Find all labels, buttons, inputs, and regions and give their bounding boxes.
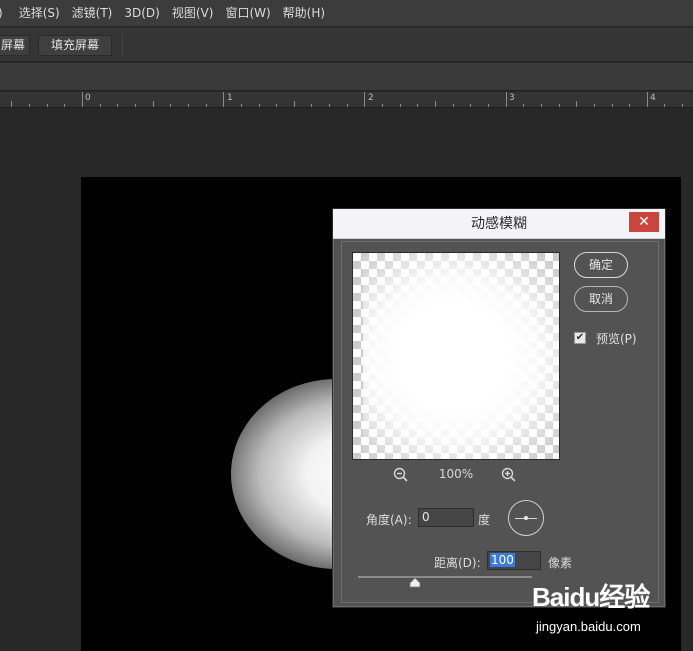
dialog-titlebar[interactable]: 动感模糊 ✕ [333, 209, 665, 239]
dialog-title: 动感模糊 [471, 216, 527, 232]
menu-bar: ) 选择(S) 滤镜(T) 3D(D) 视图(V) 窗口(W) 帮助(H) [0, 0, 693, 27]
ruler-tick [506, 92, 507, 107]
menu-select[interactable]: 选择(S) [13, 0, 66, 27]
menu-window[interactable]: 窗口(W) [219, 0, 276, 27]
watermark-brand: Baidu经验 [532, 582, 650, 612]
preview-zoom-controls: 100% [352, 466, 560, 484]
ruler-tick [64, 104, 65, 107]
baidu-watermark: Baidu经验 jingyan.baidu.com [532, 573, 692, 643]
ruler-tick [382, 104, 383, 107]
zoom-level: 100% [438, 467, 474, 481]
ruler-tick [82, 92, 83, 107]
options-bar: 屏幕 填充屏幕 [0, 28, 693, 62]
ruler-tick [664, 104, 665, 107]
ruler-tick [541, 104, 542, 107]
zoom-in-icon[interactable] [500, 466, 518, 484]
ruler-tick [29, 104, 30, 107]
ruler-label-3: 3 [509, 93, 515, 103]
angle-unit: 度 [478, 513, 491, 527]
close-icon[interactable]: ✕ [629, 212, 659, 232]
zoom-out-icon[interactable] [392, 466, 410, 484]
ruler-tick [470, 104, 471, 107]
ruler-label-0: 0 [85, 93, 91, 103]
ruler-tick [100, 104, 101, 107]
ruler-tick [400, 104, 401, 107]
ruler-tick [223, 92, 224, 107]
screen-button[interactable]: 屏幕 [0, 35, 30, 56]
menu-3d[interactable]: 3D(D) [118, 0, 165, 27]
ruler-label-2: 2 [368, 93, 374, 103]
ruler-tick [364, 92, 365, 107]
ruler-label-1: 1 [227, 93, 233, 103]
menu-help[interactable]: 帮助(H) [277, 0, 331, 27]
angle-input[interactable]: 0 [418, 508, 474, 527]
ruler-tick [488, 104, 489, 107]
ruler-tick [188, 104, 189, 107]
ruler-tick [559, 104, 560, 107]
angle-dial-icon[interactable] [508, 500, 544, 536]
dialog-body: 100% 确定 取消 ✔ 预览(P) 角度(A): 0 度 距离(D): 100… [341, 241, 659, 603]
ruler-tick [135, 104, 136, 107]
preview-blur-image [363, 253, 559, 459]
ruler-tick [576, 101, 577, 107]
ruler-tick [629, 104, 630, 107]
distance-value: 100 [490, 553, 515, 567]
options-divider [122, 34, 123, 56]
ruler-label-4: 4 [650, 93, 656, 103]
preview-checkbox-label: 预览(P) [596, 331, 637, 346]
ruler-tick [523, 104, 524, 107]
filter-preview[interactable] [352, 252, 560, 460]
ruler-tick [47, 104, 48, 107]
ruler-tick [294, 101, 295, 107]
menu-filter[interactable]: 滤镜(T) [66, 0, 119, 27]
ruler-tick [453, 104, 454, 107]
ruler-tick [329, 104, 330, 107]
cancel-button[interactable]: 取消 [574, 286, 628, 312]
ruler-tick [259, 104, 260, 107]
preview-checkbox-row[interactable]: ✔ 预览(P) [574, 330, 654, 346]
ruler-tick [153, 101, 154, 107]
distance-input[interactable]: 100 [487, 551, 541, 570]
ruler-tick [241, 104, 242, 107]
fill-screen-button[interactable]: 填充屏幕 [38, 35, 112, 56]
distance-slider-track[interactable] [358, 576, 532, 578]
menu-image[interactable]: ) [0, 0, 9, 27]
distance-label: 距离(D): [434, 556, 481, 570]
ruler-tick [170, 104, 171, 107]
angle-dial-center [524, 516, 528, 520]
preview-checkbox[interactable]: ✔ [574, 332, 586, 344]
ruler-tick [311, 104, 312, 107]
ruler-tick [276, 104, 277, 107]
ruler-tick [347, 104, 348, 107]
ruler-tick [117, 104, 118, 107]
ruler-tick [594, 104, 595, 107]
horizontal-ruler[interactable]: 0 1 2 3 4 [0, 92, 693, 108]
motion-blur-dialog: 动感模糊 ✕ 100% 确定 取消 ✔ 预览(P) 角度(A): 0 度 距离(… [332, 208, 666, 608]
ruler-tick [682, 104, 683, 107]
ruler-tick [417, 104, 418, 107]
watermark-url: jingyan.baidu.com [536, 619, 641, 634]
ruler-tick [435, 101, 436, 107]
document-tab-strip [0, 63, 693, 91]
ruler-tick [206, 104, 207, 107]
ok-button[interactable]: 确定 [574, 252, 628, 278]
slider-thumb-icon[interactable] [409, 578, 421, 588]
menu-view[interactable]: 视图(V) [166, 0, 220, 27]
angle-label: 角度(A): [366, 513, 412, 527]
ruler-tick [647, 92, 648, 107]
ruler-tick [11, 101, 12, 107]
ruler-tick [612, 104, 613, 107]
distance-unit: 像素 [548, 556, 573, 570]
